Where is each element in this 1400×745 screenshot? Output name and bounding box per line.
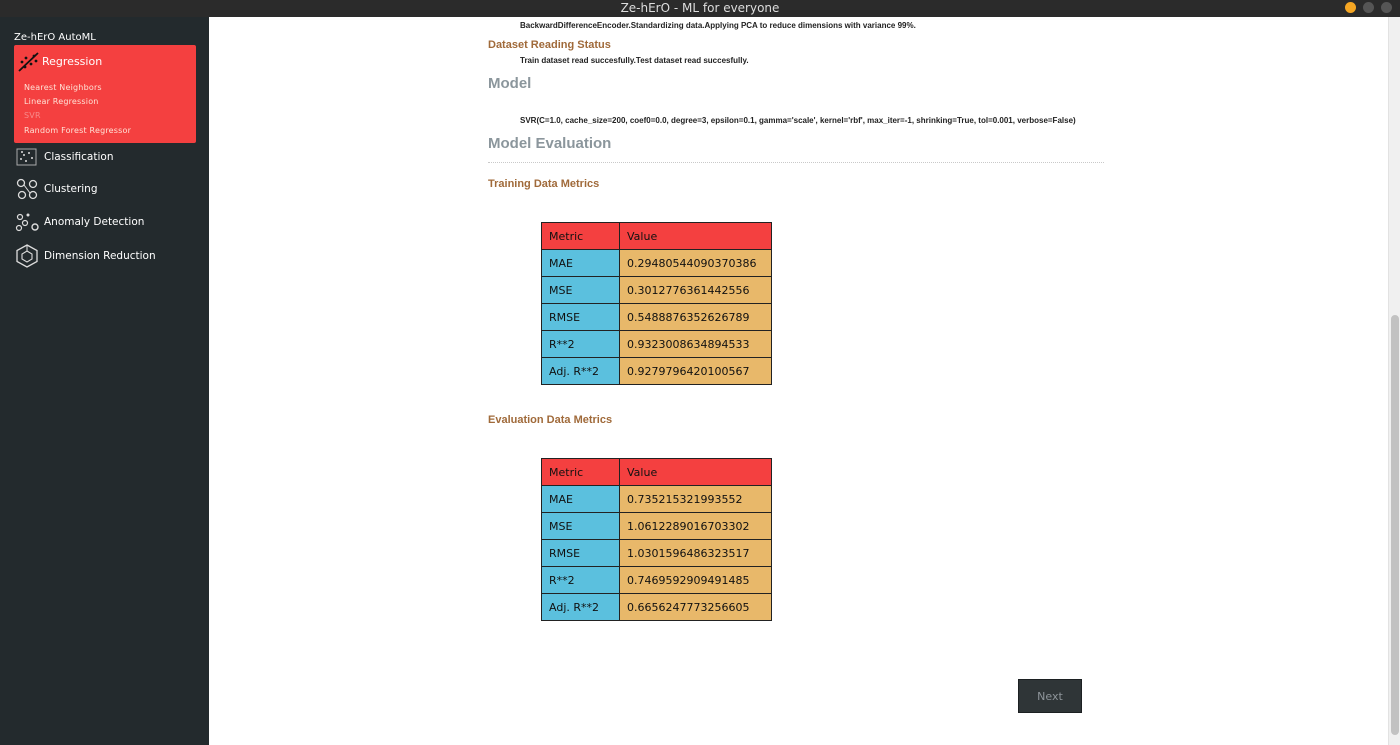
vertical-scrollbar[interactable] <box>1388 17 1400 745</box>
preprocess-text: BackwardDifferenceEncoder.Standardizing … <box>520 21 916 30</box>
sidebar: Ze-hErO AutoML Regression Nearest Neighb… <box>0 17 209 745</box>
table-header-cell: Metric <box>541 458 620 486</box>
table-header-cell: Value <box>619 458 772 486</box>
model-title: Model <box>488 75 532 92</box>
table-row: MAE 0.29480544090370386 <box>541 249 772 277</box>
table-row: MSE 0.3012776361442556 <box>541 276 772 304</box>
table-row: Adj. R**2 0.9279796420100567 <box>541 357 772 385</box>
value-cell: 0.3012776361442556 <box>619 276 772 304</box>
section-divider <box>488 162 1104 163</box>
window-titlebar: Ze-hErO - ML for everyone <box>0 0 1400 17</box>
sidebar-item-clustering[interactable]: Clustering <box>14 175 204 203</box>
evaluation-metrics-table: Metric Value MAE 0.735215321993552 MSE 1… <box>541 458 772 621</box>
metric-cell: RMSE <box>541 303 620 331</box>
regression-icon <box>18 52 39 72</box>
submenu-item-nearest-neighbors[interactable]: Nearest Neighbors <box>24 83 102 92</box>
metric-cell: Adj. R**2 <box>541 593 620 621</box>
sidebar-item-regression[interactable]: Regression Nearest Neighbors Linear Regr… <box>14 45 196 143</box>
table-header-cell: Metric <box>541 222 620 250</box>
training-metrics-table: Metric Value MAE 0.29480544090370386 MSE… <box>541 222 772 385</box>
sidebar-item-label: Anomaly Detection <box>44 216 145 228</box>
metric-cell: MSE <box>541 512 620 540</box>
sidebar-item-classification[interactable]: Classification <box>14 143 204 171</box>
submenu-item-random-forest-regressor[interactable]: Random Forest Regressor <box>24 126 131 135</box>
value-cell: 0.5488876352626789 <box>619 303 772 331</box>
sidebar-item-label: Dimension Reduction <box>44 250 156 262</box>
value-cell: 0.9279796420100567 <box>619 357 772 385</box>
model-evaluation-title: Model Evaluation <box>488 135 612 152</box>
metric-cell: MSE <box>541 276 620 304</box>
value-cell: 1.0301596486323517 <box>619 539 772 567</box>
sidebar-item-dimension-reduction[interactable]: Dimension Reduction <box>14 242 204 270</box>
value-cell: 0.9323008634894533 <box>619 330 772 358</box>
metric-cell: R**2 <box>541 330 620 358</box>
window-title: Ze-hErO - ML for everyone <box>620 1 780 15</box>
dimension-reduction-icon <box>16 244 38 268</box>
sidebar-item-label: Regression <box>42 55 103 68</box>
sidebar-item-label: Classification <box>44 151 114 163</box>
table-row: MAE 0.735215321993552 <box>541 485 772 513</box>
main-content: BackwardDifferenceEncoder.Standardizing … <box>210 17 1388 744</box>
evaluation-metrics-title: Evaluation Data Metrics <box>488 414 613 426</box>
maximize-button[interactable] <box>1363 2 1374 13</box>
next-button[interactable]: Next <box>1018 679 1082 713</box>
clustering-icon <box>16 178 38 200</box>
metric-cell: Adj. R**2 <box>541 357 620 385</box>
table-row: Adj. R**2 0.6656247773256605 <box>541 593 772 621</box>
table-header-row: Metric Value <box>541 222 772 250</box>
sidebar-item-anomaly-detection[interactable]: Anomaly Detection <box>14 208 204 236</box>
table-row: R**2 0.9323008634894533 <box>541 330 772 358</box>
metric-cell: RMSE <box>541 539 620 567</box>
scrollbar-thumb[interactable] <box>1391 315 1399 735</box>
value-cell: 0.29480544090370386 <box>619 249 772 277</box>
metric-cell: MAE <box>541 249 620 277</box>
table-header-row: Metric Value <box>541 458 772 486</box>
classification-icon <box>16 148 37 166</box>
dataset-status-text: Train dataset read succesfully.Test data… <box>520 56 749 65</box>
minimize-button[interactable] <box>1345 2 1356 13</box>
app-name: Ze-hErO AutoML <box>14 32 96 43</box>
close-button[interactable] <box>1381 2 1392 13</box>
training-metrics-title: Training Data Metrics <box>488 178 600 190</box>
submenu-item-svr[interactable]: SVR <box>24 111 41 120</box>
table-row: MSE 1.0612289016703302 <box>541 512 772 540</box>
model-description: SVR(C=1.0, cache_size=200, coef0=0.0, de… <box>520 116 1076 125</box>
value-cell: 0.6656247773256605 <box>619 593 772 621</box>
submenu-item-linear-regression[interactable]: Linear Regression <box>24 97 99 106</box>
value-cell: 1.0612289016703302 <box>619 512 772 540</box>
table-row: R**2 0.7469592909491485 <box>541 566 772 594</box>
table-row: RMSE 1.0301596486323517 <box>541 539 772 567</box>
metric-cell: R**2 <box>541 566 620 594</box>
value-cell: 0.735215321993552 <box>619 485 772 513</box>
metric-cell: MAE <box>541 485 620 513</box>
anomaly-icon <box>15 213 39 232</box>
table-header-cell: Value <box>619 222 772 250</box>
table-row: RMSE 0.5488876352626789 <box>541 303 772 331</box>
value-cell: 0.7469592909491485 <box>619 566 772 594</box>
dataset-status-title: Dataset Reading Status <box>488 39 611 51</box>
sidebar-item-label: Clustering <box>44 183 98 195</box>
